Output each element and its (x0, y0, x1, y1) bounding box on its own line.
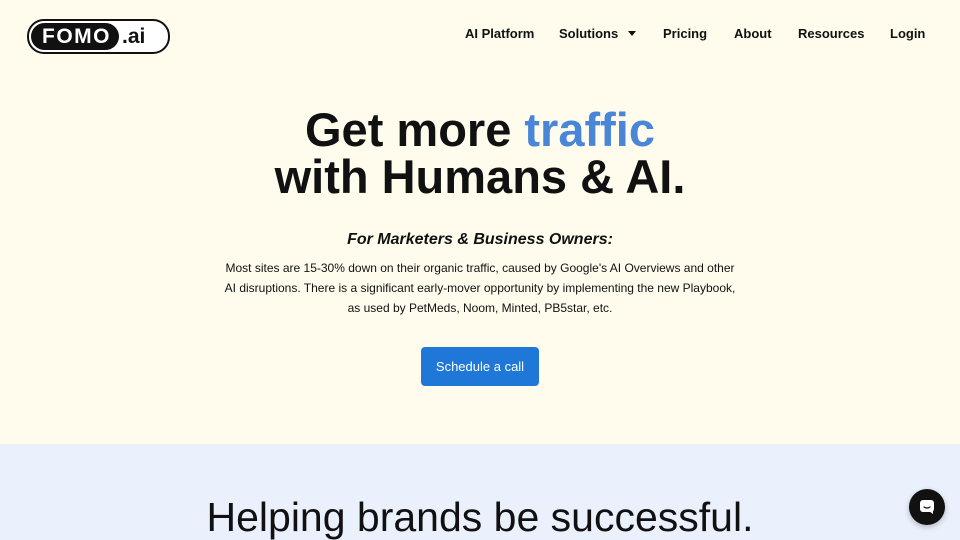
brands-section-title: Helping brands be successful. (206, 494, 754, 540)
nav-resources[interactable]: Resources (798, 25, 864, 43)
nav-pricing[interactable]: Pricing (663, 25, 707, 43)
fomo-logo[interactable]: FOMO .ai (27, 19, 170, 54)
nav-ai-platform[interactable]: AI Platform (465, 25, 534, 43)
nav-login[interactable]: Login (890, 25, 925, 43)
chat-bubble-icon (920, 500, 934, 514)
hero-description: Most sites are 15-30% down on their orga… (224, 261, 736, 315)
brands-section: Helping brands be successful. (0, 444, 960, 540)
hero-title-accent: traffic (524, 103, 655, 156)
schedule-call-button[interactable]: Schedule a call (421, 347, 539, 386)
chat-launcher-button[interactable] (909, 489, 945, 525)
hero-subtitle: For Marketers & Business Owners: (347, 231, 613, 248)
chevron-down-icon (628, 31, 637, 37)
hero-title: Get more traffic with Humans & AI. (0, 106, 960, 200)
nav-solutions-label: Solutions (559, 26, 619, 41)
nav-about[interactable]: About (734, 25, 772, 43)
logo-suffix: .ai (122, 24, 146, 48)
hero-title-line2: with Humans & AI. (274, 150, 686, 203)
logo-wordmark: FOMO (31, 23, 119, 50)
hero-title-part1: Get more (305, 103, 525, 156)
nav-solutions[interactable]: Solutions (559, 25, 637, 43)
site-header: FOMO .ai AI Platform Solutions Pricing A… (0, 0, 960, 70)
